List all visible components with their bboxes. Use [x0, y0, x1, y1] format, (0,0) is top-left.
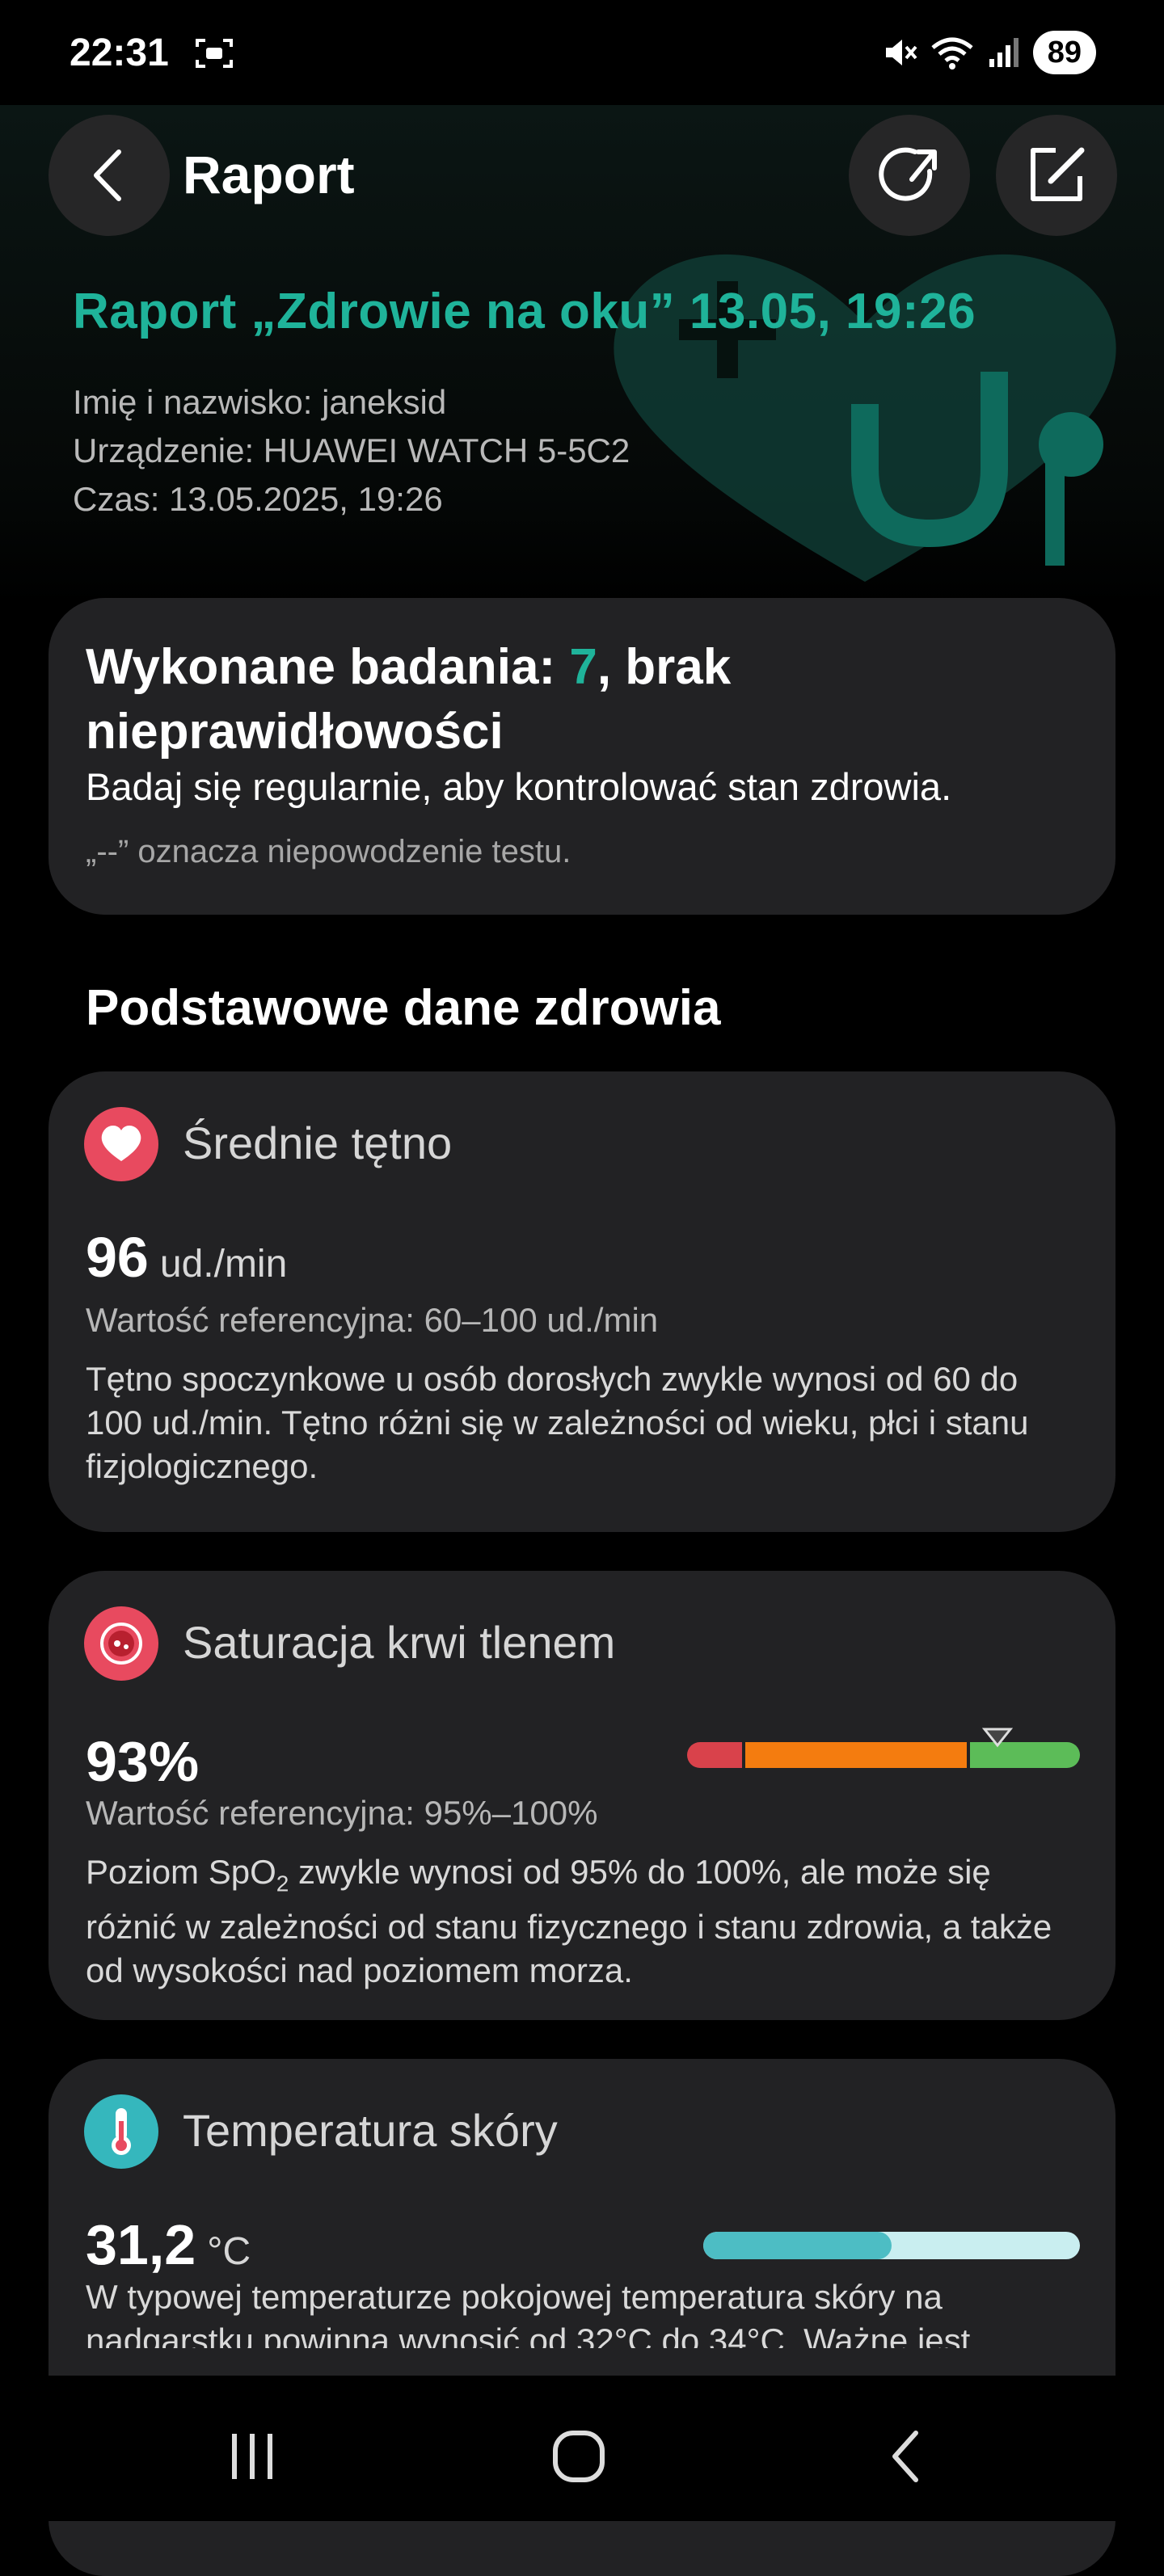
back-icon — [892, 2431, 918, 2482]
spo2-value: 93% — [86, 1730, 200, 1793]
section-title: Podstawowe dane zdrowia — [86, 980, 721, 1036]
navigation-bar — [0, 2376, 1164, 2521]
home-button[interactable] — [538, 2424, 619, 2489]
system-back-button[interactable] — [865, 2424, 946, 2489]
summary-card: Wykonane badania: 7, brak nieprawidłowoś… — [48, 598, 1116, 915]
spo2-description-part-a: Poziom SpO — [86, 1853, 276, 1891]
recents-button[interactable] — [212, 2424, 293, 2489]
page-title: Raport — [183, 145, 355, 204]
skin-temperature-bar-fill — [703, 2232, 892, 2259]
status-icons: 89 — [883, 31, 1096, 74]
chevron-left-icon — [94, 149, 121, 201]
heart-rate-reference: Wartość referencyjna: 60–100 ud./min — [86, 1301, 659, 1339]
share-icon — [879, 147, 937, 201]
wifi-icon — [931, 37, 973, 69]
skin-temperature-bar — [703, 2232, 1080, 2259]
status-bar: 22:31 89 — [0, 0, 1164, 105]
screen-capture-icon — [196, 39, 233, 68]
spo2-reference: Wartość referencyjna: 95%–100% — [86, 1794, 598, 1832]
report-user-name: Imię i nazwisko: janeksid — [73, 383, 447, 421]
thermometer-icon — [84, 2094, 158, 2169]
skin-temperature-unit: °C — [207, 2230, 251, 2273]
spo2-card[interactable]: Saturacja krwi tlenem 93% Wartość refere… — [48, 1571, 1116, 2020]
heart-rate-unit: ud./min — [159, 1243, 288, 1286]
skin-temperature-title: Temperatura skóry — [183, 2105, 558, 2156]
blood-oxygen-icon — [84, 1606, 158, 1681]
spo2-scale-bar — [687, 1728, 1080, 1768]
home-icon — [553, 2431, 605, 2482]
signal-icon — [989, 38, 1018, 67]
summary-note: „--” oznacza niepowodzenie testu. — [86, 834, 571, 869]
summary-heading: Wykonane badania: 7, brak nieprawidłowoś… — [86, 635, 1056, 764]
spo2-description: Poziom SpO2 zwykle wynosi od 95% do 100%… — [86, 1850, 1072, 1993]
spo2-description-subscript: 2 — [276, 1871, 289, 1896]
skin-temperature-value: 31,2 — [86, 2213, 196, 2276]
heart-rate-value-row: 96 ud./min — [86, 1225, 287, 1290]
heart-icon — [84, 1107, 158, 1181]
share-button[interactable] — [849, 115, 970, 236]
summary-prefix: Wykonane badania: — [86, 639, 570, 695]
summary-advice: Badaj się regularnie, aby kontrolować st… — [86, 765, 952, 808]
back-button[interactable] — [48, 115, 170, 236]
report-title: Raport „Zdrowie na oku” 13.05, 19:26 — [73, 284, 976, 339]
heart-rate-description: Tętno spoczynkowe u osób dorosłych zwykl… — [86, 1360, 1029, 1485]
report-device: Urządzenie: HUAWEI WATCH 5-5C2 — [73, 431, 630, 469]
tests-count: 7 — [569, 639, 597, 695]
recents-icon — [232, 2434, 272, 2479]
spo2-title: Saturacja krwi tlenem — [183, 1617, 616, 1668]
skin-temperature-description: W typowej temperaturze pokojowej tempera… — [86, 2278, 971, 2348]
skin-temperature-value-row: 31,2 °C — [86, 2212, 251, 2277]
mute-icon — [885, 40, 917, 65]
heart-rate-card[interactable]: Średnie tętno 96 ud./min Wartość referenc… — [48, 1071, 1116, 1532]
edit-icon — [1031, 147, 1085, 201]
status-time: 22:31 — [70, 32, 169, 74]
heart-rate-title: Średnie tętno — [183, 1118, 453, 1168]
edit-button[interactable] — [996, 115, 1117, 236]
battery-level: 89 — [1032, 31, 1096, 74]
heart-rate-value: 96 — [86, 1226, 149, 1289]
report-time: Czas: 13.05.2025, 19:26 — [73, 480, 443, 518]
